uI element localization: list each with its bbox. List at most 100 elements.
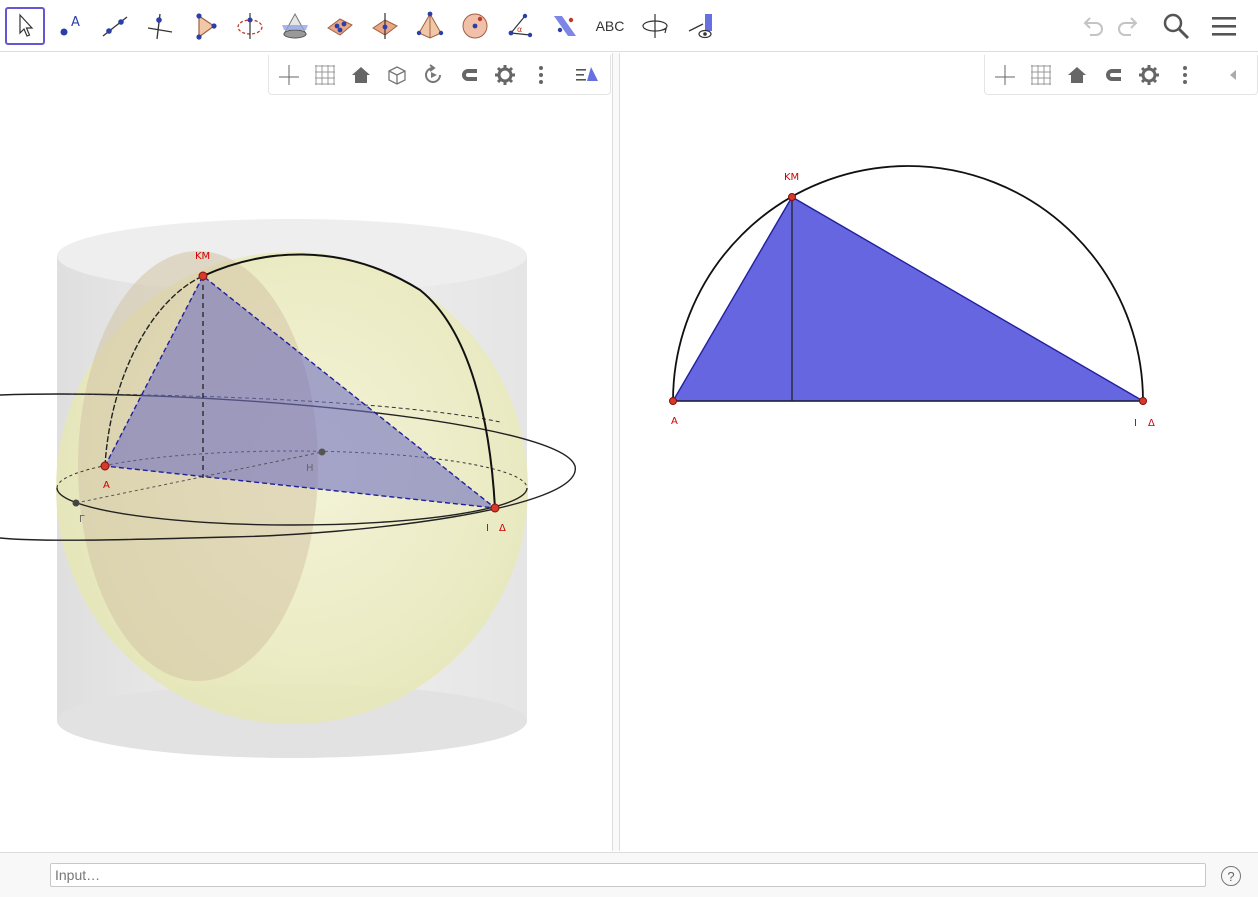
geogebra-app: A α ABC ΚΜ Α Η Γ Ι Δ ΚΜ Α Ι Δ Input… ? — [0, 0, 1258, 897]
label-km-2d: ΚΜ — [784, 172, 799, 183]
graphics-3d-view[interactable]: ΚΜ Α Η Γ Ι Δ — [0, 53, 612, 851]
axes-icon — [279, 65, 299, 85]
point-a-2d[interactable] — [669, 397, 677, 405]
label-a-3d: Α — [103, 480, 110, 491]
point-g-3d[interactable] — [72, 499, 80, 507]
svg-text:A: A — [71, 15, 80, 30]
axes-icon — [995, 65, 1015, 85]
more-icon — [539, 66, 543, 84]
redo-button[interactable] — [1113, 10, 1145, 42]
gear-icon — [1139, 65, 1159, 85]
toolbar: A α ABC — [0, 0, 1258, 52]
rotate-view-tool[interactable] — [635, 7, 675, 45]
stylebar-2d — [984, 55, 1258, 95]
cube-view-icon — [388, 66, 406, 85]
circle-axis-tool[interactable] — [230, 7, 270, 45]
grid-toggle-2d[interactable] — [1025, 59, 1057, 91]
angle-icon: α — [508, 13, 533, 38]
svg-text:α: α — [517, 25, 522, 34]
label-d-3d: Δ — [499, 523, 506, 534]
axes-toggle-2d[interactable] — [989, 59, 1021, 91]
rotate-view-icon — [642, 14, 668, 38]
grid-toggle-3d[interactable] — [309, 59, 341, 91]
text-tool[interactable]: ABC — [590, 7, 630, 45]
triangle-2d[interactable] — [671, 196, 1146, 402]
graphics-2d-view[interactable]: ΚΜ Α Ι Δ — [620, 53, 1258, 851]
angle-tool[interactable]: α — [500, 7, 540, 45]
more-icon — [1183, 66, 1187, 84]
point-km-2d[interactable] — [788, 193, 796, 201]
home-view-2d[interactable] — [1061, 59, 1093, 91]
sphere-tool[interactable] — [455, 7, 495, 45]
axes-toggle-3d[interactable] — [273, 59, 305, 91]
scene-2d[interactable]: ΚΜ Α Ι Δ — [620, 53, 1258, 851]
plane-through-points-icon — [327, 18, 353, 36]
pyramid-icon — [416, 11, 444, 39]
label-d-2d: Δ — [1148, 418, 1155, 429]
point-i-2d[interactable] — [1139, 397, 1147, 405]
rotate-view-3d[interactable] — [417, 59, 449, 91]
input-bar: ? — [0, 852, 1258, 897]
line-icon — [102, 16, 128, 37]
point-capturing-3d[interactable] — [453, 59, 485, 91]
main-menu-button[interactable] — [1208, 10, 1240, 42]
magnet-icon — [462, 69, 477, 81]
more-options-2d[interactable] — [1169, 59, 1201, 91]
point-capturing-2d[interactable] — [1097, 59, 1129, 91]
point-a-3d[interactable] — [100, 461, 110, 471]
algebra-input[interactable] — [50, 863, 1206, 887]
plane-tool[interactable] — [320, 7, 360, 45]
intersect-surfaces-icon — [282, 12, 308, 39]
perpendicular-plane-icon — [372, 13, 398, 39]
grid-icon — [1031, 65, 1051, 85]
projection-icon — [576, 67, 598, 81]
scene-3d[interactable]: ΚΜ Α Η Γ Ι Δ — [0, 53, 612, 851]
point-icon: A — [60, 15, 80, 36]
home-view-3d[interactable] — [345, 59, 377, 91]
search-icon — [1163, 13, 1190, 40]
gear-icon — [495, 65, 515, 85]
sphere-icon — [462, 13, 488, 39]
point-h-3d[interactable] — [318, 448, 326, 456]
label-km-3d: ΚΜ — [195, 251, 210, 262]
label-h-3d: Η — [306, 463, 314, 474]
point-i-3d[interactable] — [490, 503, 500, 513]
label-i-2d: Ι — [1134, 418, 1137, 429]
point-tool[interactable]: A — [50, 7, 90, 45]
menu-icon — [1212, 17, 1236, 36]
move-tool[interactable] — [5, 7, 45, 45]
standard-view-3d[interactable] — [381, 59, 413, 91]
reflect-about-plane-icon — [554, 16, 576, 36]
rotate-icon — [425, 64, 441, 83]
magnet-icon — [1106, 69, 1121, 81]
circle-with-axis-icon — [237, 13, 263, 39]
perpendicular-plane-tool[interactable] — [365, 7, 405, 45]
collapse-stylebar-2d[interactable] — [1217, 59, 1249, 91]
label-i-3d: Ι — [486, 523, 489, 534]
grid-icon — [315, 65, 335, 85]
point-km-3d[interactable] — [198, 271, 208, 281]
home-icon — [352, 67, 370, 83]
input-help-button[interactable]: ? — [1221, 866, 1241, 886]
pyramid-tool[interactable] — [410, 7, 450, 45]
more-options-3d[interactable] — [525, 59, 557, 91]
view-toward-icon — [688, 14, 712, 39]
undo-button[interactable] — [1076, 10, 1108, 42]
intersect-tool[interactable] — [275, 7, 315, 45]
view-divider[interactable] — [612, 53, 620, 851]
view-toward-tool[interactable] — [680, 7, 720, 45]
stylebar-3d — [268, 55, 611, 95]
polygon-icon — [196, 13, 217, 40]
undo-icon — [1083, 17, 1103, 36]
settings-2d[interactable] — [1133, 59, 1165, 91]
label-g-3d: Γ — [79, 514, 85, 525]
perpendicular-line-tool[interactable] — [140, 7, 180, 45]
search-button[interactable] — [1160, 10, 1192, 42]
reflect-tool[interactable] — [545, 7, 585, 45]
line-tool[interactable] — [95, 7, 135, 45]
settings-3d[interactable] — [489, 59, 521, 91]
redo-icon — [1118, 17, 1138, 36]
projection-3d[interactable] — [571, 59, 603, 91]
perpendicular-line-icon — [147, 13, 173, 40]
polygon-tool[interactable] — [185, 7, 225, 45]
